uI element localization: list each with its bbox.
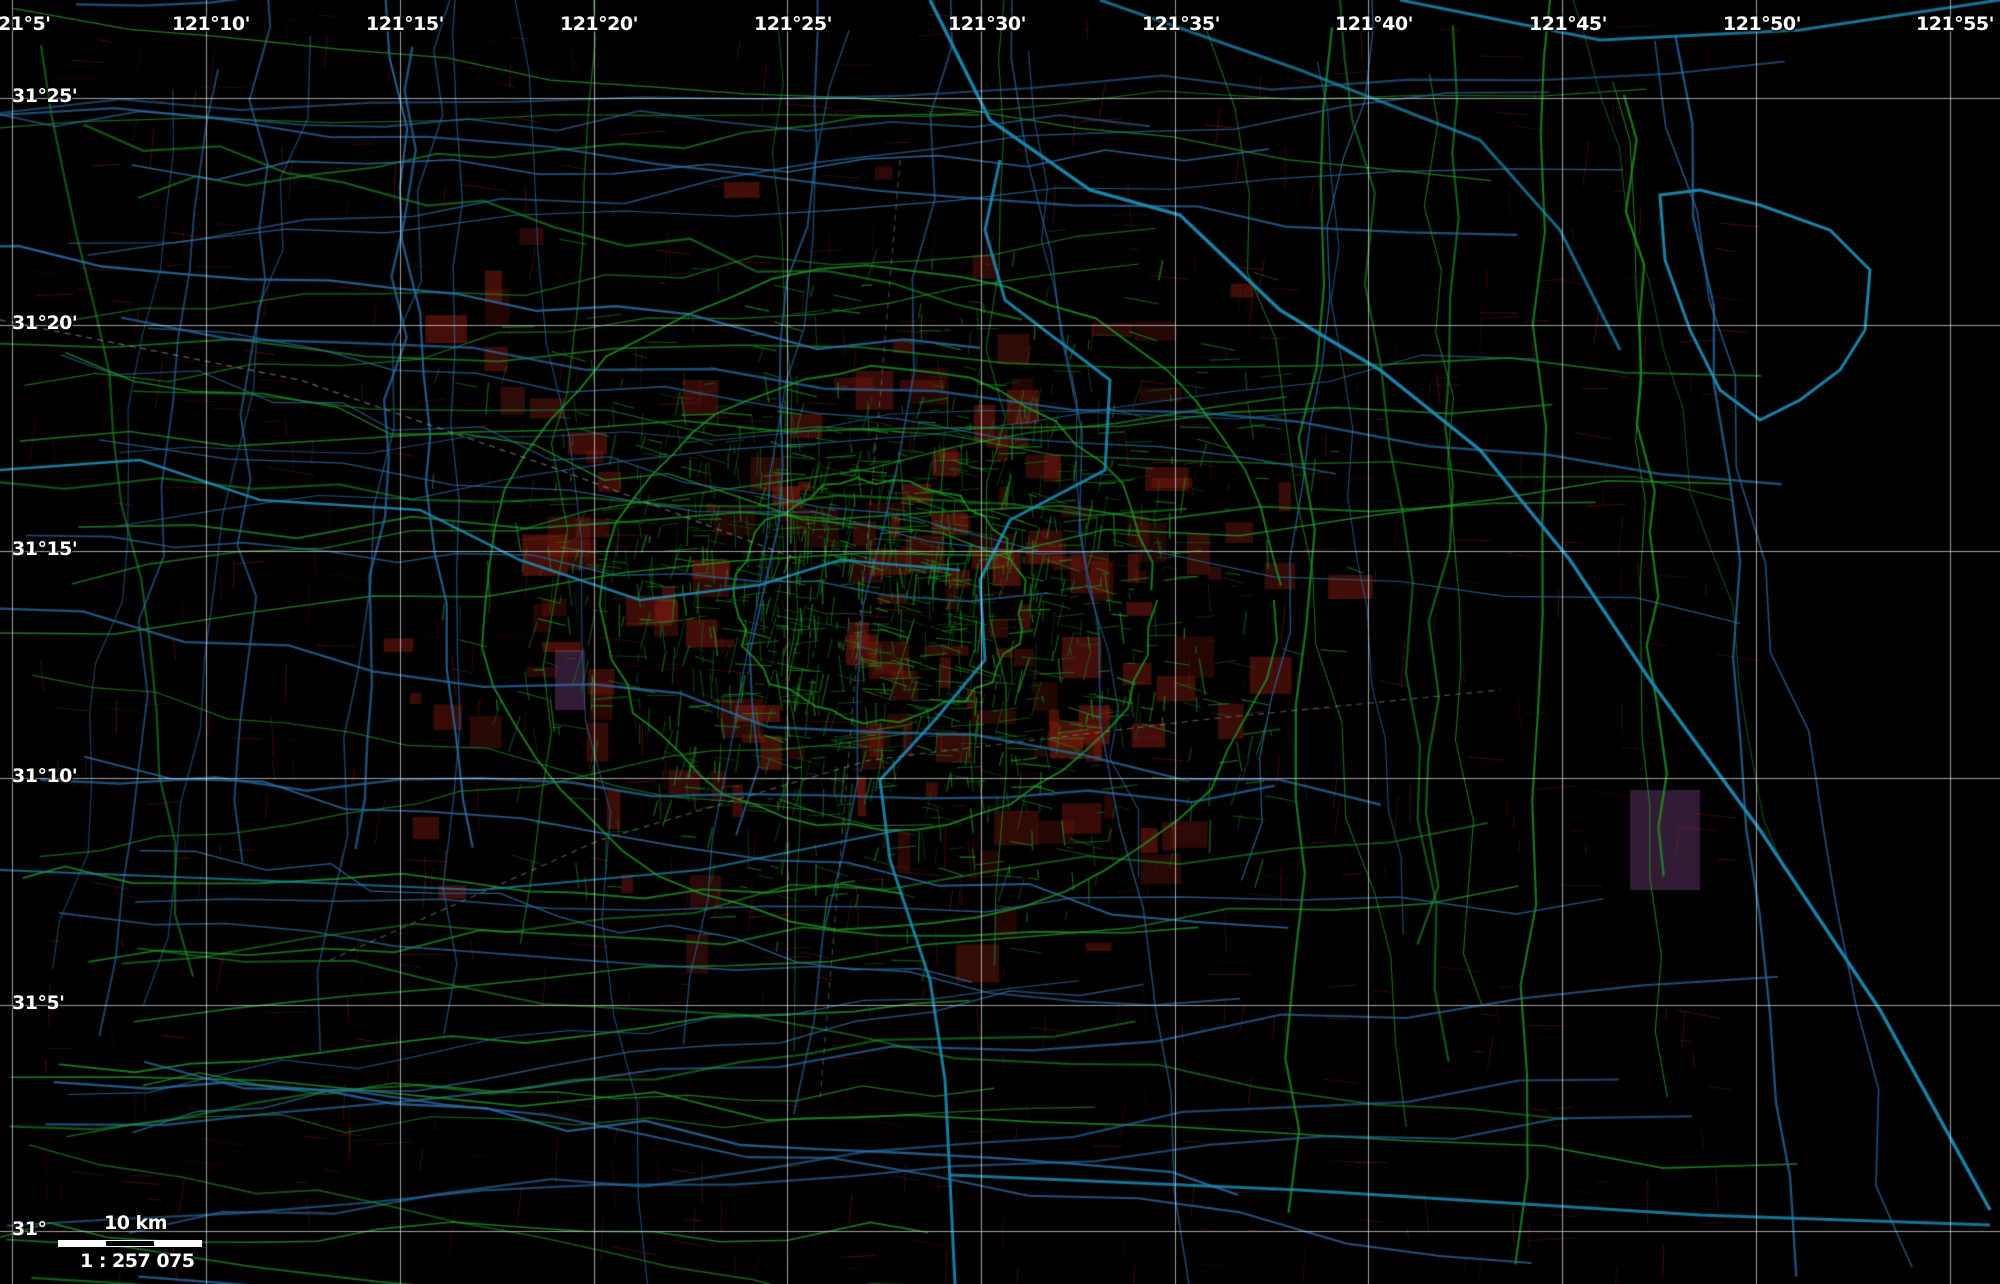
latitude-label: 31°25' xyxy=(12,85,78,107)
scale-bar-segment xyxy=(58,1240,106,1247)
longitude-label: 121°30' xyxy=(948,13,1026,35)
road-network-map[interactable] xyxy=(0,0,2000,1284)
scale-ratio-label: 1 : 257 075 xyxy=(80,1250,195,1272)
scale-distance-label: 10 km xyxy=(104,1212,168,1234)
latitude-label: 31°5' xyxy=(12,992,65,1014)
longitude-label: 121°45' xyxy=(1529,13,1607,35)
longitude-label: 121°10' xyxy=(172,13,250,35)
latitude-label: 31°20' xyxy=(12,312,78,334)
scale-bar: 10 km 1 : 257 075 xyxy=(58,1212,208,1272)
longitude-label: 121°20' xyxy=(560,13,638,35)
longitude-label: 121°15' xyxy=(366,13,444,35)
longitude-label: 21°5' xyxy=(0,13,51,35)
longitude-label: 121°35' xyxy=(1142,13,1220,35)
scale-bar-segment xyxy=(106,1240,154,1247)
latitude-label: 31° xyxy=(12,1218,47,1240)
longitude-label: 121°25' xyxy=(754,13,832,35)
longitude-label: 121°50' xyxy=(1723,13,1801,35)
longitude-label: 121°55' xyxy=(1916,13,1994,35)
longitude-label: 121°40' xyxy=(1335,13,1413,35)
scale-bar-segment xyxy=(154,1240,202,1247)
latitude-label: 31°10' xyxy=(12,765,78,787)
latitude-label: 31°15' xyxy=(12,538,78,560)
